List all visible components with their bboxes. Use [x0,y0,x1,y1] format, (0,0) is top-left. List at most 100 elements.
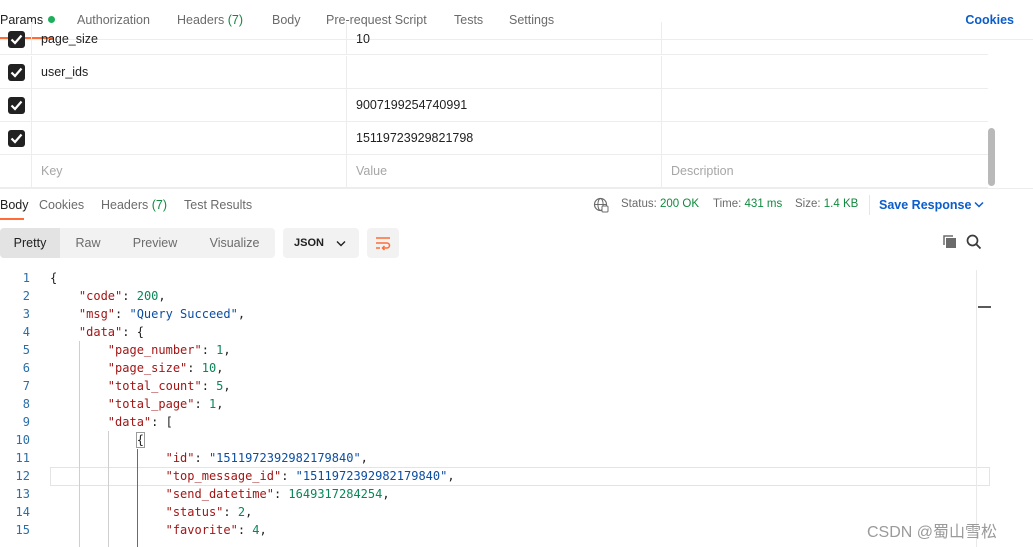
scroll-marker [978,306,991,308]
code-line: "favorite": 4, [50,521,267,539]
json-key: "id" [165,451,195,465]
checkbox-checked-icon[interactable] [8,64,25,81]
response-tab-headers[interactable]: Headers (7) [101,198,167,212]
json-key: "page_number" [107,343,202,357]
json-punct: : [115,307,130,321]
response-body-editor[interactable]: 1 {2 "code": 200, 3 "msg": "Query Succeed"… [0,268,990,547]
status-value[interactable]: 200 OK [660,198,699,210]
json-key: "total_page" [107,397,195,411]
param-key[interactable]: user_ids [31,56,346,89]
globe-icon[interactable] [593,197,609,213]
json-punct: , [158,289,166,303]
code-line: "total_count": 5, [50,377,231,395]
param-description-placeholder[interactable]: Description [661,155,988,188]
json-key: "top_message_id" [165,469,282,483]
response-bar: Body Cookies Headers (7) Test Results St… [0,188,1033,220]
response-tab-test-results[interactable]: Test Results [184,198,252,212]
view-mode-preview[interactable]: Preview [116,228,194,258]
json-punct [50,433,137,447]
param-description[interactable] [661,89,988,122]
json-punct: , [245,505,253,519]
json-string: "Query Succeed" [129,307,238,321]
param-key[interactable] [31,89,346,122]
code-line: "total_page": 1, [50,395,224,413]
param-value[interactable] [346,56,661,89]
response-active-underline [0,218,24,220]
json-punct [50,343,108,357]
checkbox-checked-icon[interactable] [8,130,25,147]
json-punct: , [259,523,267,537]
json-punct: : [122,289,137,303]
json-punct: , [216,397,224,411]
format-value: JSON [294,237,324,249]
param-description[interactable] [661,56,988,89]
param-value[interactable]: 10 [346,22,661,55]
json-punct [50,397,108,411]
line-number: 6 [22,361,30,375]
json-punct [50,289,79,303]
matched-bracket: { [135,432,145,448]
param-value-placeholder[interactable]: Value [346,155,661,188]
json-number: 200 [136,289,159,303]
param-description[interactable] [661,22,988,55]
json-punct: , [216,361,224,375]
size-value[interactable]: 1.4 KB [824,198,859,210]
param-row: page_size 10 [0,22,988,55]
param-key-placeholder[interactable]: Key [31,155,346,188]
wrap-lines-button[interactable] [367,228,399,258]
view-mode-visualize[interactable]: Visualize [194,228,275,258]
line-number: 7 [22,379,30,393]
json-punct: , [447,469,455,483]
json-punct [50,379,108,393]
response-tab-cookies[interactable]: Cookies [39,198,84,212]
search-icon[interactable] [966,234,982,250]
json-punct [50,469,166,483]
chevron-down-icon [336,241,346,247]
json-punct [50,415,108,429]
line-number: 5 [22,343,30,357]
time-value[interactable]: 431 ms [745,198,783,210]
checkbox-checked-icon[interactable] [8,31,25,48]
json-number: 2 [237,505,246,519]
json-punct [50,505,166,519]
param-key[interactable]: page_size [31,22,346,55]
response-headers-count: (7) [151,198,168,212]
copy-icon[interactable] [942,234,958,250]
json-punct: : [194,451,209,465]
line-number: 4 [22,325,30,339]
param-description[interactable] [661,122,988,155]
json-punct: , [360,451,368,465]
json-punct [50,307,79,321]
json-key: "status" [165,505,224,519]
chevron-down-icon[interactable] [974,201,984,208]
view-mode-raw[interactable]: Raw [60,228,116,258]
response-tab-body[interactable]: Body [0,198,29,212]
save-response-button[interactable]: Save Response [879,198,971,212]
code-line: { [50,431,145,449]
editor-scrollbar[interactable] [976,270,991,547]
params-scrollbar[interactable] [987,40,996,186]
json-string: "1511972392982179840" [208,451,361,465]
status-readout: Status: 200 OK [621,198,699,210]
view-mode-pretty[interactable]: Pretty [0,228,60,258]
line-number: 1 [22,271,30,285]
line-number: 12 [15,469,30,483]
json-string: "1511972392982179840" [295,469,448,483]
param-row: 9007199254740991 [0,89,988,122]
param-value[interactable]: 9007199254740991 [346,89,661,122]
scrollbar-thumb[interactable] [988,128,995,186]
json-punct [50,361,108,375]
divider [869,195,870,215]
json-key: "data" [107,415,152,429]
line-number: 15 [15,523,30,537]
json-punct [50,325,79,339]
time-readout: Time: 431 ms [713,198,782,210]
json-key: "total_count" [107,379,202,393]
param-key[interactable] [31,122,346,155]
json-number: 10 [201,361,217,375]
wrap-lines-icon [376,237,391,251]
param-value[interactable]: 15119723929821798 [346,122,661,155]
json-key: "page_size" [107,361,188,375]
checkbox-checked-icon[interactable] [8,97,25,114]
format-select[interactable]: JSON [283,228,359,258]
